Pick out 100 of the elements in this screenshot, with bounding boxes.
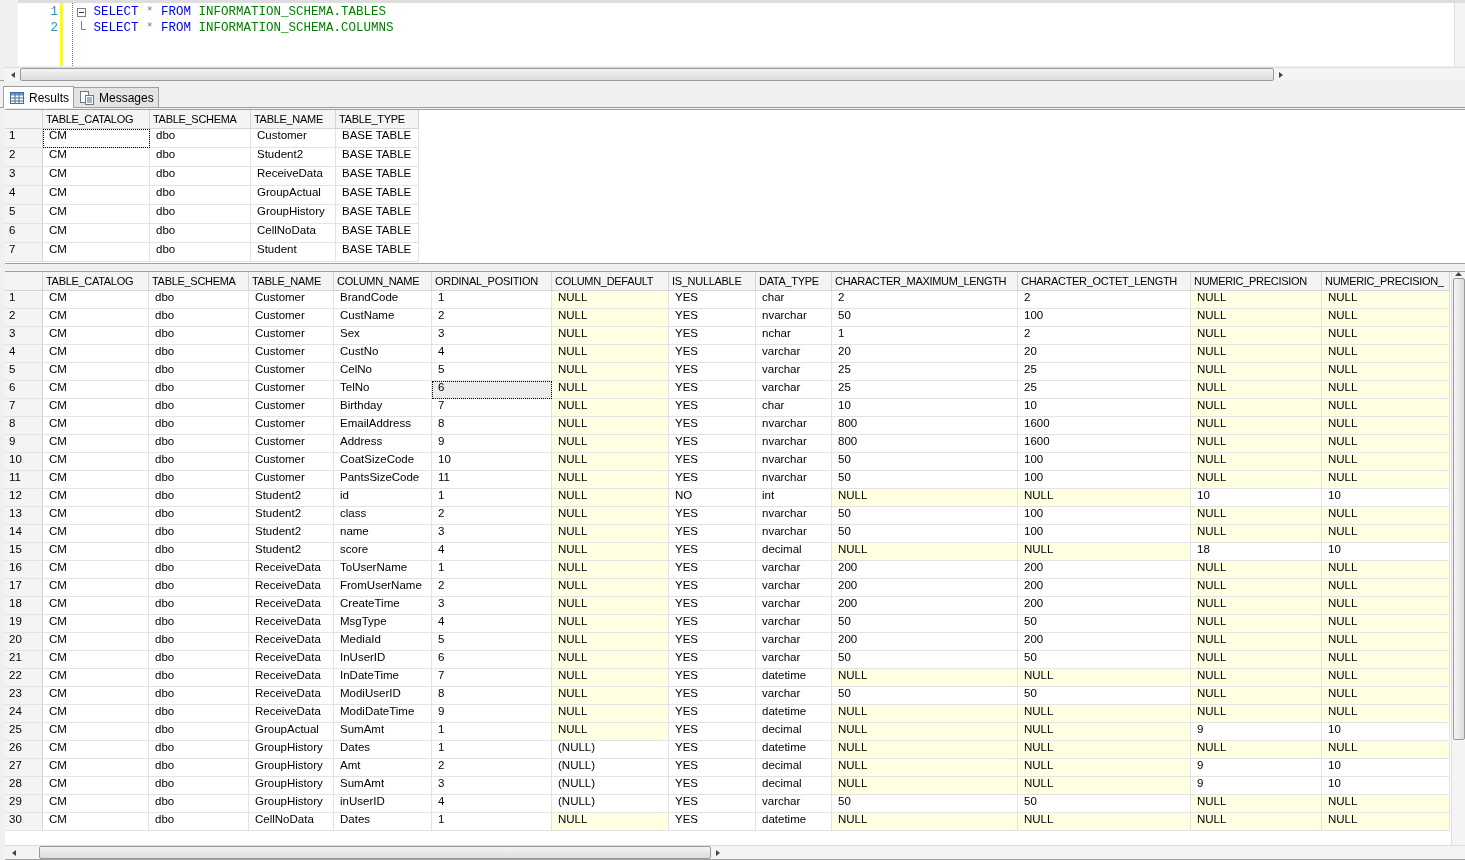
column-header[interactable]: NUMERIC_PRECISION_ (1322, 272, 1450, 291)
table-cell: dbo (149, 381, 249, 399)
table-cell: NULL (1191, 795, 1322, 813)
table-cell: varchar (756, 363, 832, 381)
column-header[interactable]: TABLE_SCHEMA (150, 110, 251, 129)
table-cell: BASE TABLE (336, 167, 419, 186)
table-cell: CelNo (334, 363, 432, 381)
row-number: 10 (5, 453, 43, 471)
scroll-left-icon[interactable] (11, 848, 17, 857)
scroll-thumb[interactable] (39, 846, 711, 859)
table-cell: NULL (1322, 597, 1450, 615)
table-cell: CM (43, 525, 149, 543)
table-cell: NULL (1322, 741, 1450, 759)
table-cell: CM (43, 651, 149, 669)
vertical-scrollbar[interactable] (1451, 272, 1465, 845)
table-cell: CM (43, 669, 149, 687)
column-header[interactable]: NUMERIC_PRECISION (1191, 272, 1322, 291)
table-cell: NULL (552, 633, 669, 651)
table-cell: 100 (1018, 507, 1191, 525)
column-header[interactable]: COLUMN_NAME (334, 272, 432, 291)
table-cell: NULL (832, 723, 1018, 741)
table-cell: Customer (249, 417, 334, 435)
table-cell: NULL (1191, 579, 1322, 597)
scroll-right-icon[interactable] (715, 848, 721, 857)
sql-keyword: FROM (161, 4, 192, 20)
table-cell: CM (43, 453, 149, 471)
table-cell: varchar (756, 795, 832, 813)
table-cell: NULL (1018, 741, 1191, 759)
scroll-thumb[interactable] (20, 68, 1274, 81)
result-tab[interactable]: Messages (73, 87, 159, 107)
collapse-icon[interactable] (77, 5, 86, 19)
table-cell: GroupHistory (249, 759, 334, 777)
table-cell: YES (669, 507, 756, 525)
vertical-scrollbar[interactable] (1454, 3, 1465, 66)
scroll-up-icon[interactable] (1455, 272, 1462, 276)
table-cell: NULL (552, 489, 669, 507)
table-cell: Student (251, 243, 336, 262)
table-cell: Customer (249, 363, 334, 381)
table-cell: YES (669, 759, 756, 777)
column-header[interactable]: CHARACTER_MAXIMUM_LENGTH (832, 272, 1018, 291)
column-header[interactable]: TABLE_NAME (251, 110, 336, 129)
table-cell: ReceiveData (249, 651, 334, 669)
table-cell: CM (43, 363, 149, 381)
table-cell: NULL (552, 669, 669, 687)
table-cell: CM (43, 186, 150, 205)
table-cell: nvarchar (756, 507, 832, 525)
table-cell: nvarchar (756, 453, 832, 471)
table-cell: NULL (1322, 363, 1450, 381)
table-cell: NULL (552, 327, 669, 345)
grid-corner[interactable] (5, 110, 43, 129)
table-cell: Birthday (334, 399, 432, 417)
table-cell: 200 (1018, 561, 1191, 579)
table-cell: nvarchar (756, 525, 832, 543)
table-cell: YES (669, 363, 756, 381)
table-cell: varchar (756, 633, 832, 651)
table-cell: NULL (1322, 417, 1450, 435)
row-number: 1 (5, 129, 43, 148)
table-cell: NULL (552, 543, 669, 561)
table-cell: varchar (756, 381, 832, 399)
row-number: 9 (5, 435, 43, 453)
grid-corner[interactable] (5, 272, 43, 291)
row-number: 4 (5, 186, 43, 205)
column-header[interactable]: TABLE_CATALOG (43, 110, 150, 129)
scroll-thumb[interactable] (1452, 278, 1465, 740)
table-cell: 200 (1018, 597, 1191, 615)
column-header[interactable]: COLUMN_DEFAULT (552, 272, 669, 291)
table-cell: MediaId (334, 633, 432, 651)
table-cell: Student2 (249, 543, 334, 561)
column-header[interactable]: TABLE_NAME (249, 272, 334, 291)
table-cell: GroupActual (251, 186, 336, 205)
column-header[interactable]: TABLE_TYPE (336, 110, 419, 129)
column-header[interactable]: TABLE_SCHEMA (149, 272, 249, 291)
result-tab[interactable]: Results (3, 86, 74, 108)
table-cell: (NULL) (552, 741, 669, 759)
column-header[interactable]: DATA_TYPE (756, 272, 832, 291)
table-cell: YES (669, 561, 756, 579)
table-cell: YES (669, 471, 756, 489)
column-header[interactable]: ORDINAL_POSITION (432, 272, 552, 291)
table-cell: BASE TABLE (336, 224, 419, 243)
table-cell: NULL (1322, 453, 1450, 471)
table-cell: NULL (1322, 687, 1450, 705)
horizontal-scrollbar[interactable] (5, 845, 1465, 859)
table-cell: 50 (832, 615, 1018, 633)
horizontal-scrollbar[interactable] (4, 67, 1465, 81)
table-cell: NULL (1322, 435, 1450, 453)
column-header[interactable]: TABLE_CATALOG (43, 272, 149, 291)
table-cell: 3 (432, 777, 552, 795)
table-cell: dbo (150, 205, 251, 224)
scroll-right-icon[interactable] (1278, 70, 1284, 79)
table-cell: (NULL) (552, 759, 669, 777)
table-cell: NULL (552, 435, 669, 453)
table-cell: NULL (1322, 651, 1450, 669)
column-header[interactable]: IS_NULLABLE (669, 272, 756, 291)
row-number: 7 (5, 243, 43, 262)
table-cell: NULL (1191, 633, 1322, 651)
row-number: 29 (5, 795, 43, 813)
scroll-left-icon[interactable] (10, 70, 16, 79)
column-header[interactable]: CHARACTER_OCTET_LENGTH (1018, 272, 1191, 291)
table-cell: Dates (334, 813, 432, 831)
table-cell: dbo (149, 291, 249, 309)
